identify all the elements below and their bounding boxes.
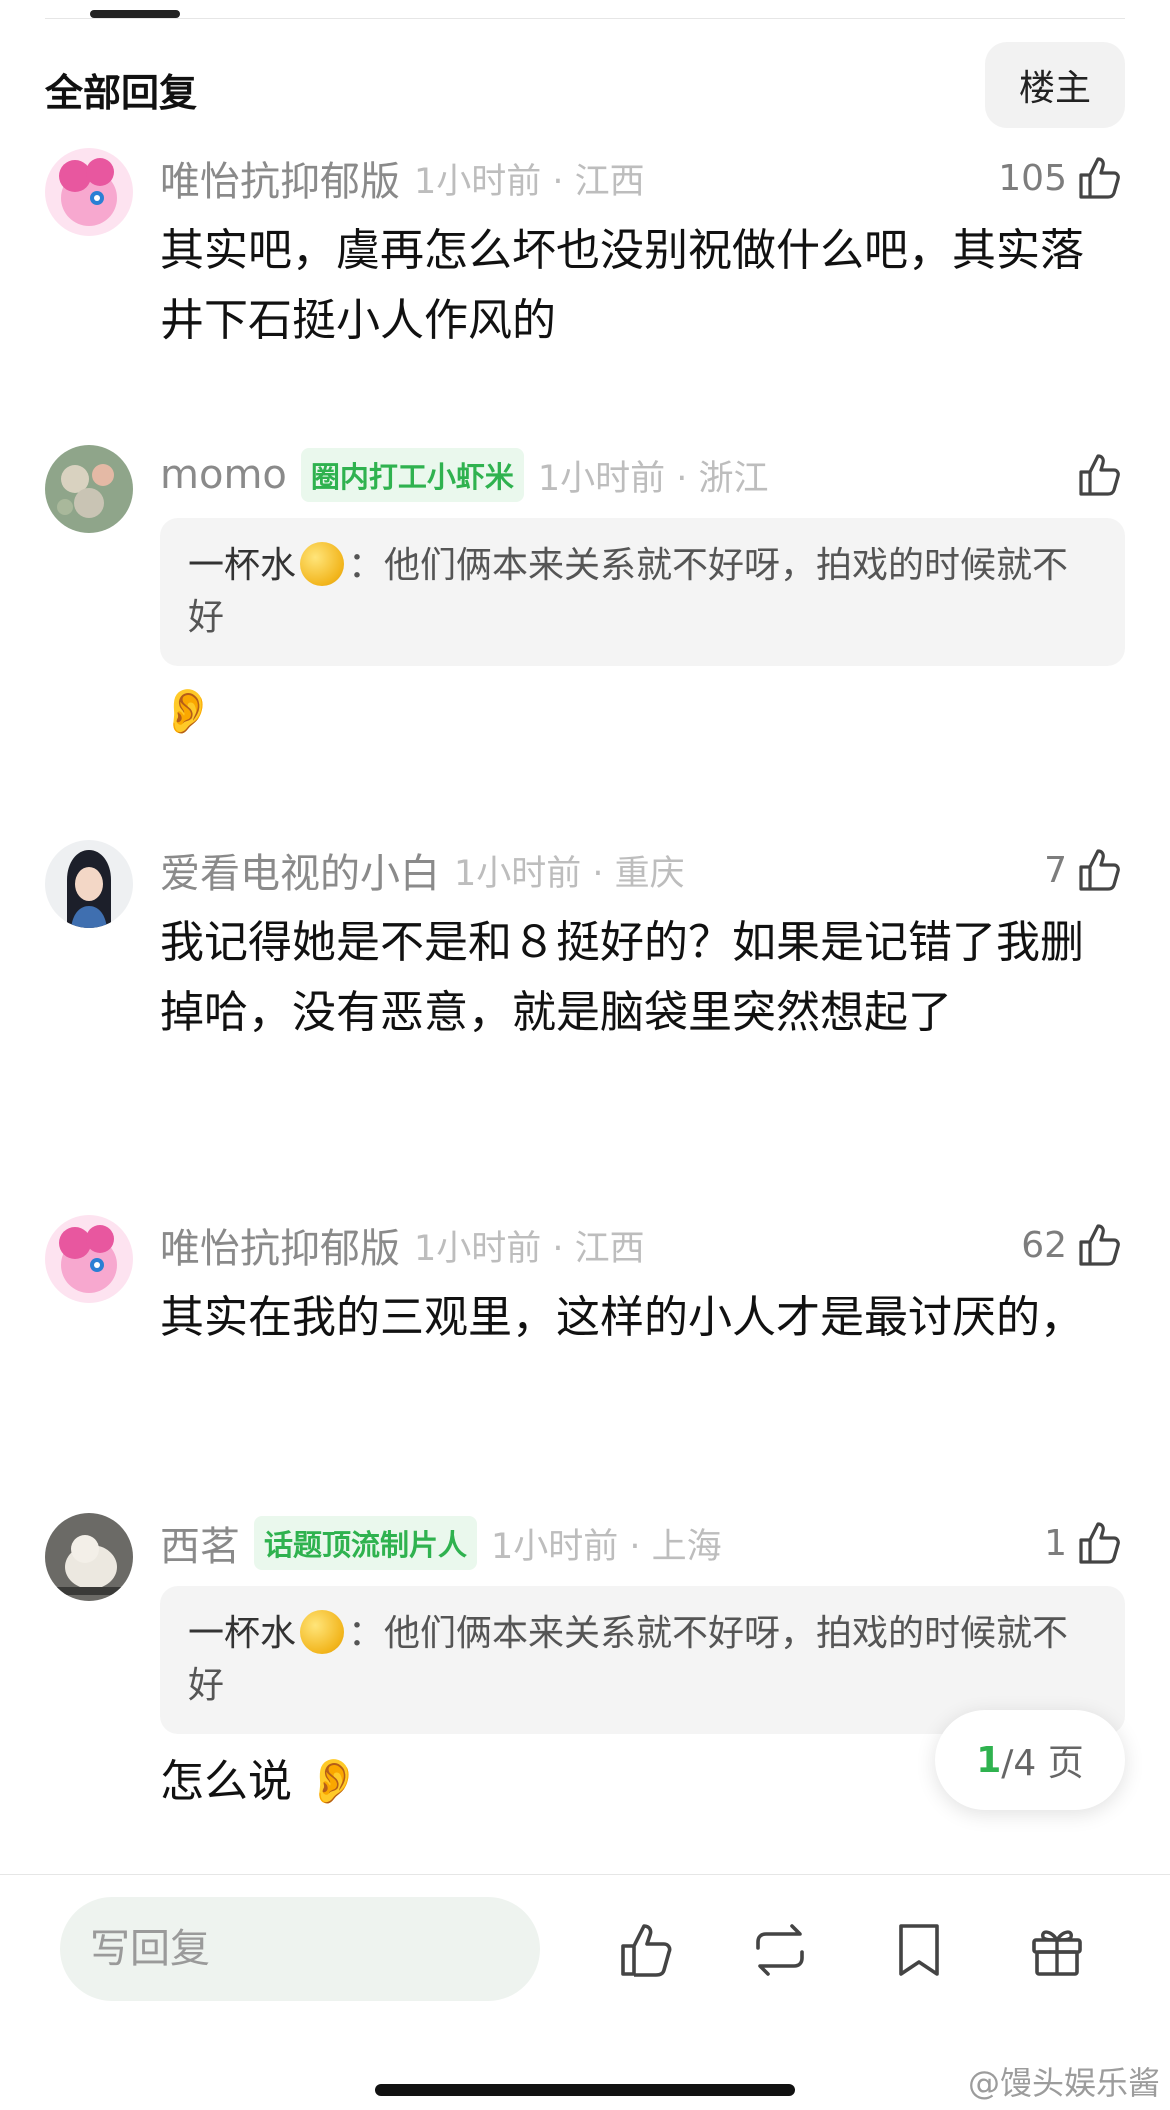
thumbs-up-icon [1075,1220,1125,1270]
avatar[interactable] [45,1215,133,1303]
avatar[interactable] [45,445,133,533]
comment-text: 我记得她是不是和８挺好的？如果是记错了我删掉哈，没有恶意，就是脑袋里突然想起了 [160,917,1084,1038]
like-count: 1 [1044,1522,1067,1564]
user-name[interactable]: 唯怡抗抑郁版 [160,149,400,207]
top-divider [45,18,1125,19]
user-badge: 圈内打工小虾米 [300,448,524,502]
user-name[interactable]: 爱看电视的小白 [160,841,440,899]
thumbs-up-icon [1075,450,1125,500]
coin-emoji-icon [300,1610,345,1654]
quote-separator: ： [348,1613,385,1654]
like-count: 7 [1044,849,1067,891]
time-location: 1小时前 · 江西 [414,1228,645,1269]
thumbs-up-icon [1075,1518,1125,1568]
quoted-user-name: 一杯水 [188,545,297,586]
comment-item: 爱看电视的小白 1小时前 · 重庆 7 我记得她是不是和８挺好的？如果是记错了我… [45,840,1125,1110]
user-badge: 话题顶流制片人 [254,1516,478,1570]
user-name[interactable]: 唯怡抗抑郁版 [160,1216,400,1274]
comment-text: 其实在我的三观里，这样的小人才是最讨厌的， [160,1292,1084,1343]
thumbs-up-icon [1075,153,1125,203]
like-count: 105 [998,157,1067,199]
like-count: 62 [1021,1224,1067,1266]
comment-text: 👂 [160,686,215,737]
user-name[interactable]: momo [160,452,287,498]
owner-only-button[interactable]: 楼主 [985,42,1125,128]
like-button[interactable] [1075,445,1125,505]
time-location: 1小时前 · 上海 [491,1526,722,1567]
time-location: 1小时前 · 浙江 [537,458,769,499]
avatar[interactable] [45,840,133,928]
current-page: 1 [976,1739,1002,1781]
bottom-divider [0,1874,1170,1875]
like-button[interactable]: 7 [1044,840,1125,900]
page-indicator[interactable]: 1/4 页 [935,1710,1125,1810]
thumbs-up-icon[interactable] [615,1918,679,1982]
like-button[interactable]: 1 [1044,1513,1125,1573]
time-location: 1小时前 · 重庆 [454,853,685,894]
quote-separator: ： [348,545,385,586]
comment-item: 唯怡抗抑郁版 1小时前 · 江西 62 其实在我的三观里，这样的小人才是最讨厌的… [45,1215,1125,1415]
gift-icon[interactable] [1025,1918,1089,1982]
reply-input[interactable] [60,1897,540,2001]
comment-item: momo 圈内打工小虾米 1小时前 · 浙江 一杯水 ：他们俩本来关系就不好呀，拍… [45,445,1125,755]
like-button[interactable]: 62 [1021,1215,1125,1275]
watermark: @馒头娱乐酱 [967,2064,1160,2102]
avatar[interactable] [45,148,133,236]
user-name[interactable]: 西茗 [160,1514,240,1572]
comment-item: 唯怡抗抑郁版 1小时前 · 江西 105 其实吧，虞再怎么坏也没别祝做什么吧，其… [45,148,1125,348]
thumbs-up-icon [1075,845,1125,895]
comment-text: 其实吧，虞再怎么坏也没别祝做什么吧，其实落井下石挺小人作风的 [160,225,1084,346]
section-title: 全部回复 [45,71,198,115]
tab-indicator [90,10,180,18]
time-location: 1小时前 · 江西 [414,161,645,202]
repost-icon[interactable] [748,1918,812,1982]
page-total: /4 页 [1001,1743,1084,1784]
quoted-reply[interactable]: 一杯水 ：他们俩本来关系就不好呀，拍戏的时候就不好 [160,518,1125,666]
coin-emoji-icon [300,542,345,586]
bookmark-icon[interactable] [887,1918,951,1982]
quoted-user-name: 一杯水 [188,1613,297,1654]
home-indicator [375,2084,795,2096]
avatar[interactable] [45,1513,133,1601]
like-button[interactable]: 105 [998,148,1125,208]
